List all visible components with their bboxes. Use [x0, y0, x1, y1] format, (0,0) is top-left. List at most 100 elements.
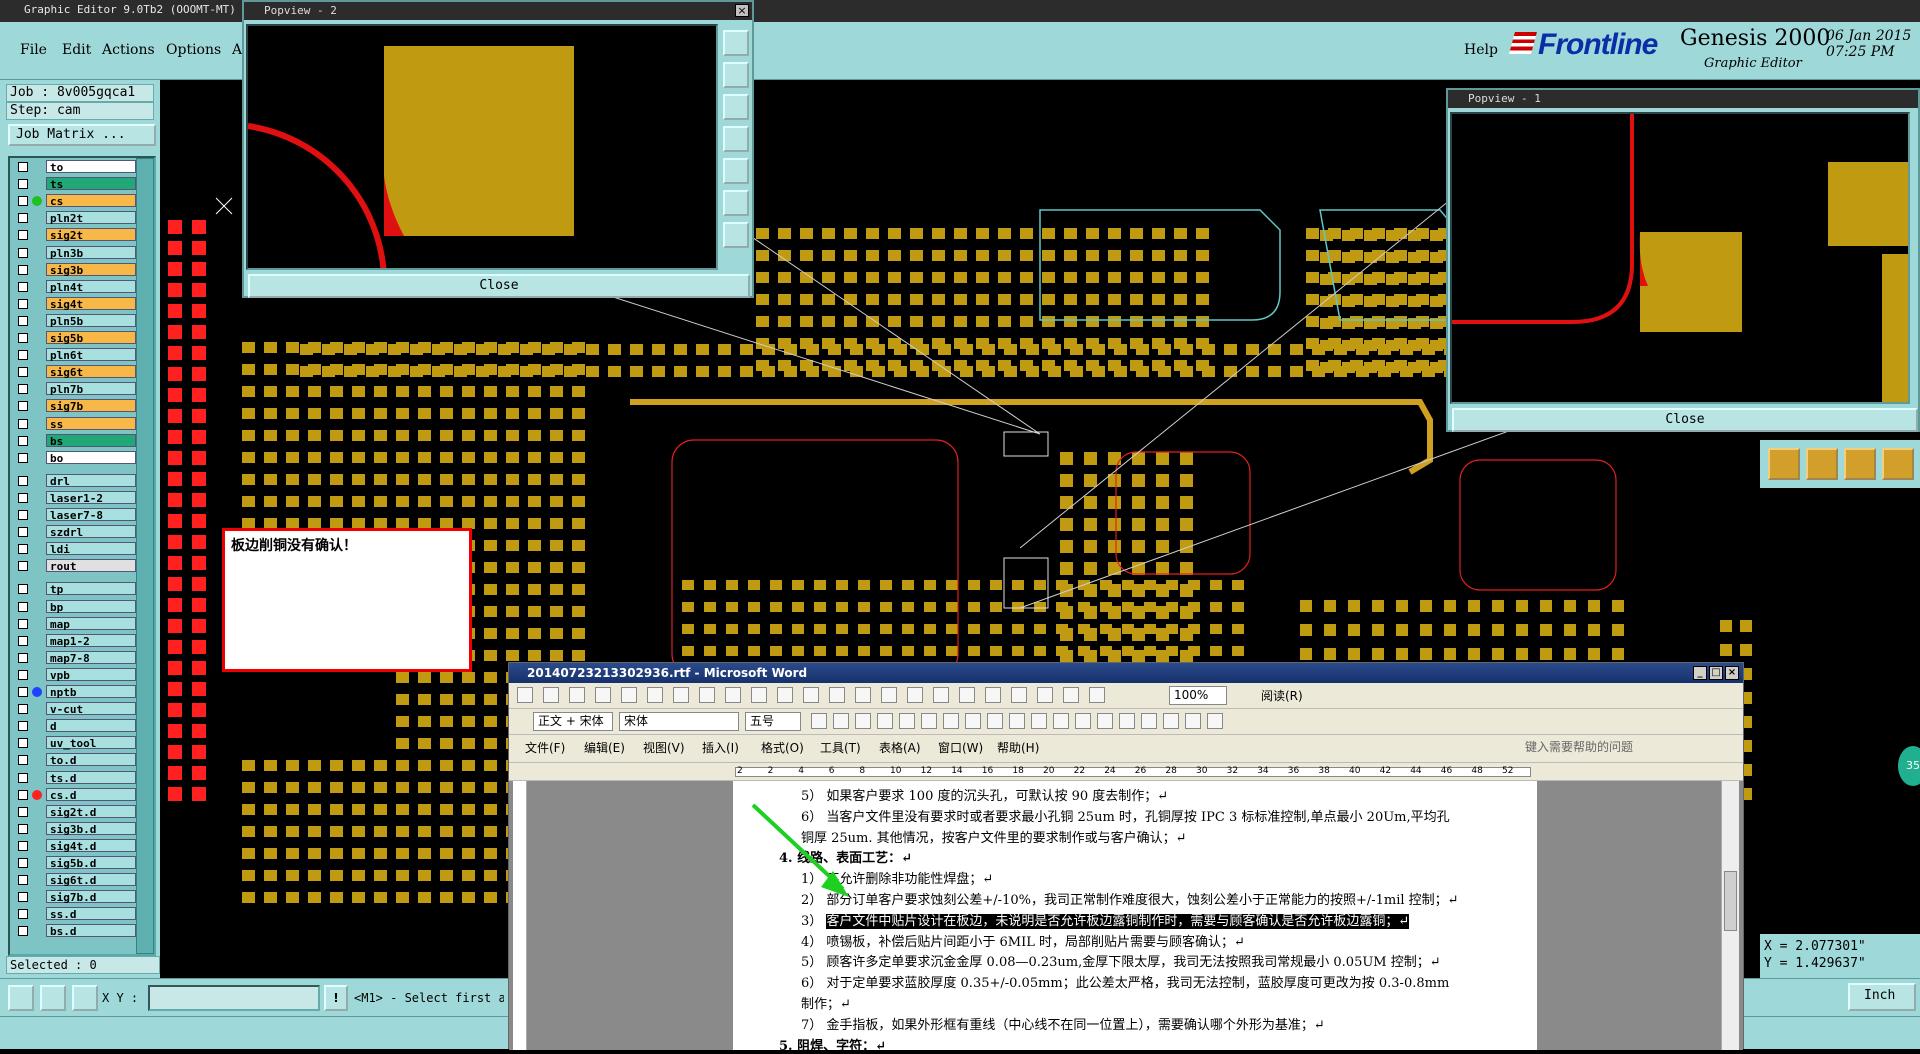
- layer-row-to[interactable]: to: [12, 160, 142, 174]
- layer-checkbox[interactable]: [18, 162, 28, 172]
- underline-icon[interactable]: [855, 713, 871, 729]
- paste-icon[interactable]: [803, 687, 819, 703]
- char-scale-icon[interactable]: [921, 713, 937, 729]
- columns-icon[interactable]: [1011, 687, 1027, 703]
- word-menu-2[interactable]: 视图(V): [643, 739, 685, 756]
- format-painter-icon[interactable]: [829, 687, 845, 703]
- layer-checkbox[interactable]: [18, 858, 28, 868]
- snap-icon[interactable]: [40, 985, 66, 1011]
- layer-row-ts[interactable]: ts: [12, 177, 142, 191]
- redo-icon[interactable]: [881, 687, 897, 703]
- word-menu-7[interactable]: 窗口(W): [938, 739, 983, 756]
- align-right-icon[interactable]: [987, 713, 1003, 729]
- layer-checkbox[interactable]: [18, 264, 28, 275]
- layer-row-sig7b[interactable]: sig7b: [12, 399, 142, 413]
- show-icon[interactable]: [1089, 687, 1105, 703]
- close-icon[interactable]: ×: [735, 4, 749, 17]
- bold-icon[interactable]: [811, 713, 827, 729]
- layer-row-sig2t.d[interactable]: sig2t.d: [12, 804, 142, 819]
- popview-1-view[interactable]: [1450, 112, 1910, 404]
- layer-row-sig3b.d[interactable]: sig3b.d: [12, 821, 142, 836]
- layer-checkbox[interactable]: [18, 179, 28, 190]
- save-icon[interactable]: [569, 687, 585, 703]
- spell-icon[interactable]: [699, 687, 715, 703]
- selected-text[interactable]: 客户文件中贴片设计在板边，未说明是否允许板边露铜制作时，需要与顾客确认是否允许板…: [826, 913, 1410, 929]
- popview-2-close-button[interactable]: Close: [248, 274, 750, 298]
- insert-table-icon[interactable]: [959, 687, 975, 703]
- email-icon[interactable]: [621, 687, 637, 703]
- italic-icon[interactable]: [833, 713, 849, 729]
- minimize-icon[interactable]: _: [1693, 666, 1707, 680]
- layer-checkbox[interactable]: [18, 704, 28, 715]
- layer-row-bp[interactable]: bp: [12, 599, 142, 614]
- align-left-icon[interactable]: [943, 713, 959, 729]
- popview-1-close-button[interactable]: Close: [1452, 408, 1918, 432]
- word-menu-4[interactable]: 格式(O): [761, 739, 804, 756]
- select-loop-icon[interactable]: [1844, 448, 1876, 480]
- layer-row-d[interactable]: d: [12, 719, 142, 733]
- print-icon[interactable]: [647, 687, 663, 703]
- layer-row-sig7b.d[interactable]: sig7b.d: [12, 890, 142, 904]
- layer-row-pln4t[interactable]: pln4t: [12, 279, 142, 294]
- preview-icon[interactable]: [673, 687, 689, 703]
- layer-checkbox[interactable]: [18, 333, 28, 343]
- hyperlink-icon[interactable]: [907, 687, 923, 703]
- layer-row-bs[interactable]: bs: [12, 433, 142, 448]
- layer-row-ts.d[interactable]: ts.d: [12, 770, 142, 785]
- layer-row-szdrl[interactable]: szdrl: [12, 525, 142, 539]
- new-icon[interactable]: [517, 687, 533, 703]
- menu-actions[interactable]: Actions: [102, 42, 155, 58]
- layer-checkbox[interactable]: [18, 435, 28, 446]
- layer-checkbox[interactable]: [18, 806, 28, 817]
- highlight-icon[interactable]: [1141, 713, 1157, 729]
- job-matrix-button[interactable]: Job Matrix ...: [8, 124, 156, 146]
- word-menu-0[interactable]: 文件(F): [525, 739, 565, 756]
- undo-icon[interactable]: [855, 687, 871, 703]
- layer-checkbox[interactable]: [18, 772, 28, 783]
- layer-row-nptb[interactable]: nptb: [12, 685, 142, 699]
- layer-row-map1-2[interactable]: map1-2: [12, 633, 142, 648]
- zoom-icon[interactable]: [723, 30, 749, 56]
- bullets-icon[interactable]: [1075, 713, 1091, 729]
- layer-checkbox[interactable]: [18, 721, 28, 732]
- layer-row-laser1-2[interactable]: laser1-2: [12, 490, 142, 505]
- zoom-combo[interactable]: 100%: [1169, 686, 1227, 705]
- menu-analysis[interactable]: A: [232, 42, 242, 58]
- align-center-icon[interactable]: [965, 713, 981, 729]
- layer-row-sig3b[interactable]: sig3b: [12, 262, 142, 277]
- layer-row-tp[interactable]: tp: [12, 582, 142, 596]
- layer-checkbox[interactable]: [18, 669, 28, 680]
- vertical-scrollbar[interactable]: [1721, 781, 1739, 1050]
- size-combo[interactable]: 五号: [745, 712, 801, 731]
- layer-checkbox[interactable]: [18, 510, 28, 520]
- read-mode-button[interactable]: 阅读(R): [1261, 687, 1303, 704]
- layer-checkbox[interactable]: [18, 350, 28, 361]
- layer-row-vpb[interactable]: vpb: [12, 667, 142, 682]
- layer-checkbox[interactable]: [18, 755, 28, 766]
- layer-scrollbar[interactable]: [136, 158, 154, 954]
- layer-checkbox[interactable]: [18, 601, 28, 612]
- layer-row-pln3b[interactable]: pln3b: [12, 245, 142, 260]
- layer-checkbox[interactable]: [18, 561, 28, 572]
- tables-icon[interactable]: [933, 687, 949, 703]
- layer-row-laser7-8[interactable]: laser7-8: [12, 508, 142, 522]
- numbering-icon[interactable]: [1053, 713, 1069, 729]
- line-spacing-icon[interactable]: [1031, 713, 1047, 729]
- layer-row-sig5b.d[interactable]: sig5b.d: [12, 856, 142, 870]
- grid-icon[interactable]: [72, 985, 98, 1011]
- font-color-icon[interactable]: [1163, 713, 1179, 729]
- layer-row-pln2t[interactable]: pln2t: [12, 211, 142, 225]
- layer-row-rout[interactable]: rout: [12, 559, 142, 573]
- menu-help[interactable]: Help: [1464, 42, 1498, 58]
- layer-row-to.d[interactable]: to.d: [12, 753, 142, 767]
- select-arrow-icon[interactable]: [1806, 448, 1838, 480]
- select-net-icon[interactable]: [1882, 448, 1914, 480]
- layer-checkbox[interactable]: [18, 281, 28, 292]
- maximize-icon[interactable]: □: [1709, 666, 1723, 680]
- fit-icon[interactable]: [723, 158, 749, 184]
- layer-row-sig6t.d[interactable]: sig6t.d: [12, 873, 142, 887]
- decrease-indent-icon[interactable]: [1097, 713, 1113, 729]
- layer-row-pln7b[interactable]: pln7b: [12, 382, 142, 396]
- layer-checkbox[interactable]: [18, 196, 28, 207]
- measure-icon[interactable]: [8, 985, 34, 1011]
